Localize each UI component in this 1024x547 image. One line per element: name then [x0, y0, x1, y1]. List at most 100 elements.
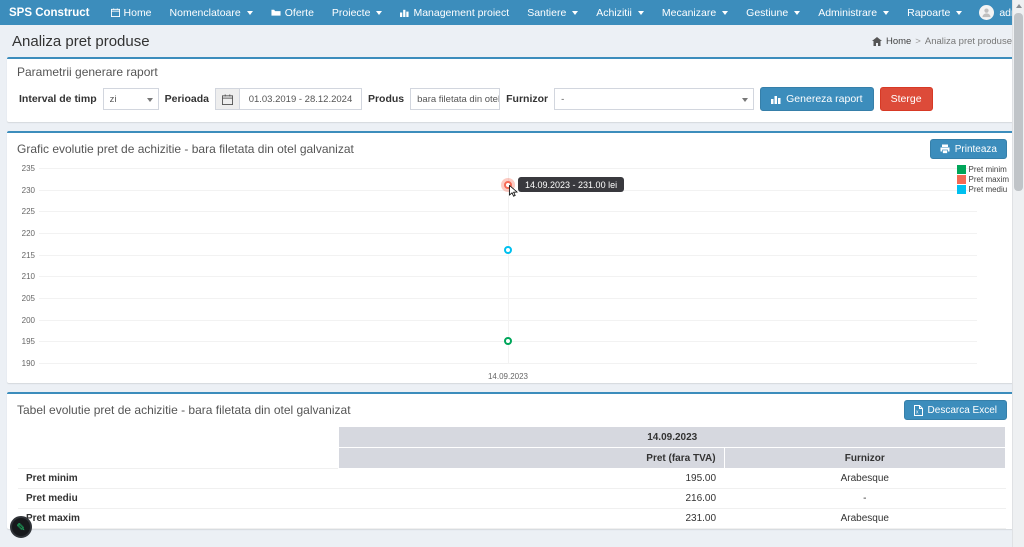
chevron-down-icon — [794, 11, 800, 15]
nav-item-nomenclatoare[interactable]: Nomenclatoare — [161, 0, 262, 25]
nav-item-proiecte[interactable]: Proiecte — [323, 0, 392, 25]
generate-report-button[interactable]: Genereza raport — [760, 87, 873, 111]
y-tick-label: 190 — [13, 359, 35, 368]
y-tick-label: 210 — [13, 272, 35, 281]
price-header-cell: Pret (fara TVA) — [339, 448, 724, 469]
price-evolution-table: 14.09.2023 Pret (fara TVA) Furnizor Pret… — [18, 426, 1006, 529]
edit-fab-button[interactable]: ✎ — [10, 516, 32, 538]
chart-panel: Grafic evolutie pret de achizitie - bara… — [7, 131, 1017, 383]
y-tick-label: 205 — [13, 294, 35, 303]
y-tick-label: 225 — [13, 207, 35, 216]
x-axis-label: 14.09.2023 — [39, 372, 977, 381]
calendar-icon — [111, 8, 120, 17]
table-row: Pret mediu 216.00 - — [18, 489, 1006, 509]
chevron-down-icon — [956, 11, 962, 15]
y-tick-label: 235 — [13, 164, 35, 173]
row-price: 195.00 — [339, 469, 724, 489]
row-supplier: Arabesque — [724, 469, 1005, 489]
nav-item-label: Management proiect — [413, 7, 509, 19]
download-excel-label: Descarca Excel — [928, 405, 997, 416]
y-tick-label: 215 — [13, 251, 35, 260]
chart-tooltip: 14.09.2023 - 231.00 lei — [518, 177, 624, 192]
avatar — [979, 5, 994, 20]
bar-chart-icon — [771, 94, 781, 104]
supplier-value: - — [561, 94, 564, 105]
interval-select[interactable]: zi — [103, 88, 159, 110]
y-tick-label: 195 — [13, 337, 35, 346]
supplier-select[interactable]: - — [554, 88, 754, 110]
interval-value: zi — [110, 94, 117, 105]
chevron-down-icon — [883, 11, 889, 15]
vertical-scrollbar[interactable] — [1012, 0, 1024, 547]
product-input[interactable]: bara filetata din otel galvan — [410, 88, 500, 110]
filters-panel-title: Parametrii generare raport — [17, 65, 158, 79]
svg-text:x: x — [916, 409, 919, 415]
supplier-header-cell: Furnizor — [724, 448, 1005, 469]
legend-label: Pret maxim — [969, 175, 1009, 184]
period-label: Perioada — [165, 93, 209, 105]
chevron-down-icon — [147, 98, 153, 102]
chevron-down-icon — [572, 11, 578, 15]
nav-item-management-proiect[interactable]: Management proiect — [391, 0, 518, 25]
nav-item-mecanizare[interactable]: Mecanizare — [653, 0, 737, 25]
breadcrumb: Home > Analiza pret produse — [872, 36, 1012, 47]
download-excel-button[interactable]: x Descarca Excel — [904, 400, 1007, 420]
bar-chart-icon — [400, 8, 409, 17]
nav-item-gestiune[interactable]: Gestiune — [737, 0, 809, 25]
legend-item-pret-minim[interactable]: Pret minim — [957, 165, 1009, 174]
folder-icon — [271, 8, 281, 17]
legend-item-pret-mediu[interactable]: Pret mediu — [957, 185, 1009, 194]
period-input[interactable]: 01.03.2019 - 28.12.2024 — [240, 88, 362, 110]
nav-item-label: Oferte — [285, 7, 314, 19]
mouse-cursor-icon — [509, 185, 518, 197]
supplier-label: Furnizor — [506, 93, 548, 105]
y-tick-label: 230 — [13, 186, 35, 195]
calendar-icon[interactable] — [215, 88, 240, 110]
nav-item-label: Santiere — [527, 7, 566, 19]
legend-swatch — [957, 185, 966, 194]
nav-item-label: Proiecte — [332, 7, 371, 19]
brand-logo[interactable]: SPS Construct — [0, 0, 102, 25]
nav-item-administrare[interactable]: Administrare — [809, 0, 898, 25]
nav-item-label: Administrare — [818, 7, 877, 19]
table-panel-title: Tabel evolutie pret de achizitie - bara … — [17, 403, 351, 417]
chart-legend: Pret minim Pret maxim Pret mediu — [957, 165, 1009, 194]
y-tick-label: 200 — [13, 316, 35, 325]
product-label: Produs — [368, 93, 404, 105]
nav-item-label: Rapoarte — [907, 7, 950, 19]
print-button[interactable]: Printeaza — [930, 139, 1007, 159]
data-point-pret-mediu[interactable] — [504, 246, 512, 254]
clear-button[interactable]: Sterge — [880, 87, 933, 111]
breadcrumb-current: Analiza pret produse — [925, 36, 1012, 47]
empty-header-cell — [18, 448, 339, 469]
nav-item-label: Gestiune — [746, 7, 788, 19]
chevron-down-icon — [247, 11, 253, 15]
nav-item-home[interactable]: Home — [102, 0, 161, 25]
data-point-pret-minim[interactable] — [504, 337, 512, 345]
row-supplier: Arabesque — [724, 509, 1005, 529]
nav-item-label: Achizitii — [596, 7, 632, 19]
table-header-row-date: 14.09.2023 — [18, 427, 1006, 448]
legend-item-pret-maxim[interactable]: Pret maxim — [957, 175, 1009, 184]
nav-item-achizitii[interactable]: Achizitii — [587, 0, 653, 25]
row-supplier: - — [724, 489, 1005, 509]
nav-item-santiere[interactable]: Santiere — [518, 0, 587, 25]
excel-file-icon: x — [914, 405, 923, 416]
nav-item-rapoarte[interactable]: Rapoarte — [898, 0, 971, 25]
nav-item-label: Home — [124, 7, 152, 19]
nav-item-oferte[interactable]: Oferte — [262, 0, 323, 25]
breadcrumb-home[interactable]: Home — [886, 36, 911, 47]
scrollbar-thumb[interactable] — [1014, 13, 1023, 191]
clear-label: Sterge — [891, 93, 922, 105]
row-price: 216.00 — [339, 489, 724, 509]
printer-icon — [940, 144, 950, 154]
generate-report-label: Genereza raport — [786, 93, 862, 105]
legend-label: Pret mediu — [969, 185, 1008, 194]
legend-label: Pret minim — [969, 165, 1007, 174]
page-title: Analiza pret produse — [12, 33, 150, 50]
gridline — [39, 363, 977, 364]
nav-item-label: Nomenclatoare — [170, 7, 241, 19]
table-row: Pret minim 195.00 Arabesque — [18, 469, 1006, 489]
print-label: Printeaza — [955, 144, 997, 155]
scroll-up-arrow-icon[interactable] — [1016, 4, 1022, 8]
